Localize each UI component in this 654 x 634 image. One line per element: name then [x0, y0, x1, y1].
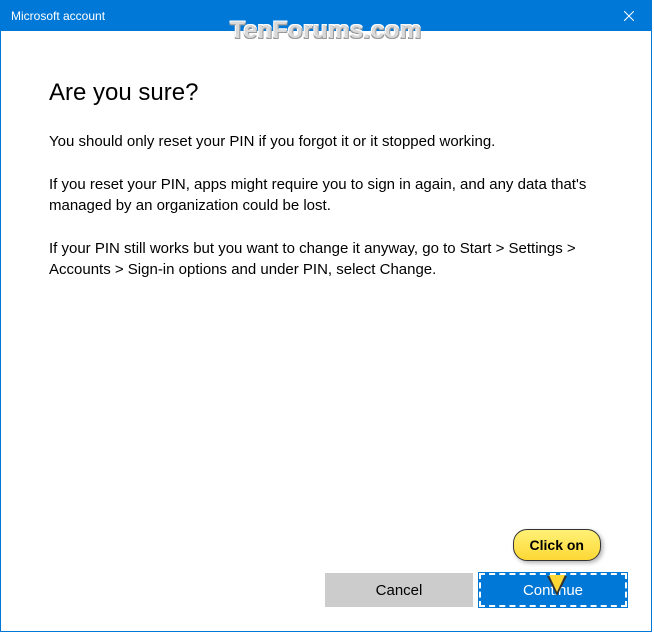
close-icon — [624, 8, 634, 24]
dialog-window: Microsoft account TenForums.com Are you … — [0, 0, 652, 632]
close-button[interactable] — [606, 1, 651, 31]
window-title: Microsoft account — [11, 9, 105, 23]
callout-bubble: Click on — [513, 529, 601, 561]
dialog-paragraph-3: If your PIN still works but you want to … — [49, 238, 603, 280]
dialog-content: Are you sure? You should only reset your… — [1, 31, 651, 280]
dialog-heading: Are you sure? — [49, 79, 603, 107]
annotation-callout: Click on — [513, 529, 601, 561]
titlebar: Microsoft account — [1, 1, 651, 31]
callout-text: Click on — [530, 537, 584, 553]
cancel-button[interactable]: Cancel — [325, 573, 473, 607]
dialog-paragraph-1: You should only reset your PIN if you fo… — [49, 131, 603, 152]
dialog-paragraph-2: If you reset your PIN, apps might requir… — [49, 174, 603, 216]
button-row: Cancel Continue — [325, 573, 627, 607]
